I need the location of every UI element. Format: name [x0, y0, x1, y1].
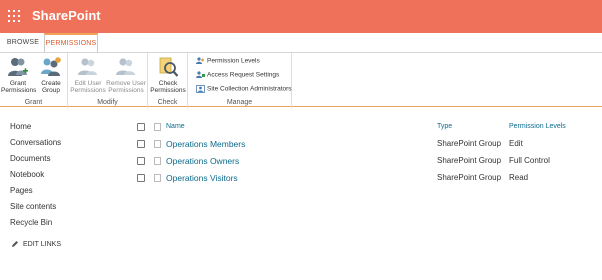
- nav-item-pages[interactable]: Pages: [10, 186, 61, 202]
- group-icon: [154, 140, 161, 148]
- edit-user-permissions-label: Edit User Permissions: [70, 80, 106, 94]
- permission-levels-label: Permission Levels: [207, 57, 260, 65]
- row-checkbox[interactable]: [137, 157, 145, 165]
- table-header: Name Type Permission Levels: [137, 121, 597, 138]
- check-permissions-label: Check Permissions: [150, 80, 186, 94]
- ribbon-group-grant: Grant Permissions Create Group Grant: [0, 53, 68, 108]
- column-header-name[interactable]: Name: [166, 121, 185, 133]
- column-header-type[interactable]: Type: [437, 121, 452, 133]
- nav-item-notebook[interactable]: Notebook: [10, 170, 61, 186]
- nav-item-site-contents[interactable]: Site contents: [10, 202, 61, 218]
- group-name-link[interactable]: Operations Owners: [166, 155, 239, 167]
- row-checkbox[interactable]: [137, 174, 145, 182]
- remove-user-permissions-icon: [116, 58, 135, 75]
- create-group-button[interactable]: Create Group: [36, 56, 66, 94]
- group-type: SharePoint Group: [437, 173, 502, 182]
- permission-levels-icon: [196, 57, 204, 64]
- column-header-permission-levels[interactable]: Permission Levels: [509, 121, 566, 133]
- permissions-table: Name Type Permission Levels Operations M…: [137, 121, 597, 189]
- grant-permissions-button[interactable]: Grant Permissions: [1, 56, 37, 94]
- site-collection-admins-icon: [196, 85, 205, 93]
- quick-launch: Home Conversations Documents Notebook Pa…: [10, 122, 61, 234]
- grant-permissions-icon: [8, 58, 28, 76]
- permission-levels-button[interactable]: Permission Levels: [196, 57, 260, 65]
- row-checkbox[interactable]: [137, 140, 145, 148]
- edit-links-button[interactable]: EDIT LINKS: [11, 240, 61, 248]
- app-title[interactable]: SharePoint: [32, 8, 101, 23]
- group-permission-level: Edit: [509, 139, 523, 148]
- nav-item-conversations[interactable]: Conversations: [10, 138, 61, 154]
- site-collection-administrators-label: Site Collection Administrators: [207, 85, 292, 93]
- group-label-check: Check: [157, 99, 178, 106]
- group-icon: [154, 157, 161, 165]
- nav-item-home[interactable]: Home: [10, 122, 61, 138]
- nav-item-documents[interactable]: Documents: [10, 154, 61, 170]
- pencil-icon: [12, 241, 18, 247]
- ribbon-group-check: Check Permissions Check: [148, 53, 188, 108]
- group-icon: [154, 174, 161, 182]
- group-permission-level: Read: [509, 173, 529, 182]
- group-label-grant: Grant: [24, 99, 43, 106]
- ribbon: Grant Permissions Create Group Grant Edi…: [0, 52, 602, 108]
- ribbon-group-modify: Edit User Permissions Remove User Permis…: [68, 53, 148, 108]
- remove-user-permissions-label: Remove User Permissions: [106, 80, 146, 94]
- table-row: Operations Visitors SharePoint Group Rea…: [137, 172, 597, 189]
- create-group-label: Create Group: [41, 80, 61, 94]
- group-name-link[interactable]: Operations Visitors: [166, 172, 238, 184]
- check-permissions-icon: [159, 57, 179, 77]
- access-request-icon: [196, 71, 205, 78]
- access-request-settings-button[interactable]: Access Request Settings: [196, 71, 279, 79]
- tab-browse[interactable]: BROWSE: [2, 33, 44, 52]
- remove-user-permissions-button[interactable]: Remove User Permissions: [106, 56, 146, 94]
- select-all-checkbox[interactable]: [137, 123, 145, 131]
- edit-links-label: EDIT LINKS: [23, 240, 61, 248]
- tab-permissions[interactable]: PERMISSIONS: [44, 33, 98, 53]
- nav-item-recycle-bin[interactable]: Recycle Bin: [10, 218, 61, 234]
- site-collection-administrators-button[interactable]: Site Collection Administrators: [196, 85, 292, 93]
- group-type: SharePoint Group: [437, 139, 502, 148]
- app-launcher-icon[interactable]: [8, 10, 20, 22]
- group-permission-level: Full Control: [509, 156, 550, 165]
- ribbon-tabs: BROWSE PERMISSIONS: [0, 33, 602, 53]
- edit-user-permissions-button[interactable]: Edit User Permissions: [70, 56, 106, 94]
- grant-permissions-label: Grant Permissions: [1, 80, 37, 94]
- type-column-icon: [154, 123, 161, 131]
- table-row: Operations Members SharePoint Group Edit: [137, 138, 597, 155]
- table-row: Operations Owners SharePoint Group Full …: [137, 155, 597, 172]
- edit-user-permissions-icon: [78, 58, 97, 75]
- group-label-manage: Manage: [226, 99, 253, 106]
- group-name-link[interactable]: Operations Members: [166, 138, 245, 150]
- group-type: SharePoint Group: [437, 156, 502, 165]
- create-group-icon: [41, 57, 61, 76]
- group-label-modify: Modify: [97, 99, 118, 106]
- access-request-settings-label: Access Request Settings: [207, 71, 280, 79]
- suite-bar: SharePoint: [0, 0, 602, 33]
- check-permissions-button[interactable]: Check Permissions: [150, 56, 186, 94]
